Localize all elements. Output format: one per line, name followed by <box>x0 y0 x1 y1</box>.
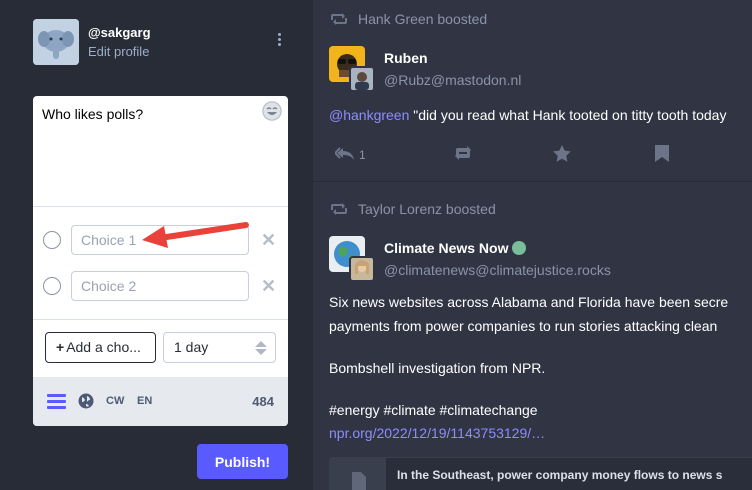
remove-choice-icon[interactable]: ✕ <box>261 230 276 250</box>
content-warning-toggle[interactable]: CW <box>106 395 124 407</box>
poll-radio <box>43 277 61 295</box>
edit-profile-link[interactable]: Edit profile <box>88 44 149 59</box>
boost-action-icon[interactable] <box>453 145 473 166</box>
status-display-name[interactable]: Climate News Now <box>384 240 527 256</box>
language-selector[interactable]: EN <box>137 395 152 407</box>
annotation-arrow-icon <box>142 222 249 248</box>
publish-button[interactable]: Publish! <box>197 444 288 479</box>
boost-icon <box>331 203 347 215</box>
poll-choice-2-input[interactable] <box>71 271 249 301</box>
link-preview-card[interactable]: In the Southeast, power company money fl… <box>329 457 752 490</box>
avatar[interactable] <box>33 19 79 65</box>
verified-badge-icon <box>512 241 527 255</box>
status-item[interactable]: Hank Green boosted Ruben @Rubz@mastodon.… <box>313 0 752 182</box>
mention-link[interactable]: @hankgreen <box>329 107 409 123</box>
character-counter: 484 <box>252 394 274 409</box>
emoji-picker-icon[interactable] <box>262 101 282 121</box>
status-content: @hankgreen "did you read what Hank toote… <box>329 104 726 126</box>
boost-icon <box>331 13 347 25</box>
bookmark-icon[interactable] <box>655 145 669 167</box>
boosted-by-text: Taylor Lorenz boosted <box>358 201 496 217</box>
reply-all-icon[interactable] <box>333 145 357 168</box>
home-timeline: Hank Green boosted Ruben @Rubz@mastodon.… <box>313 0 752 490</box>
display-name-text: Climate News Now <box>384 240 509 256</box>
compose-textarea[interactable]: Who likes polls? <box>33 96 288 206</box>
status-line-3: Bombshell investigation from NPR. <box>329 360 546 376</box>
poll-duration-select[interactable]: 1 day <box>163 332 276 363</box>
status-account[interactable]: @climatenews@climatejustice.rocks <box>384 262 611 278</box>
status-avatar[interactable] <box>329 236 377 284</box>
add-choice-button[interactable]: + Add a cho... <box>45 332 156 363</box>
status-item[interactable]: Taylor Lorenz boosted Climate News Now @… <box>313 183 752 490</box>
status-account[interactable]: @Rubz@mastodon.nl <box>384 72 521 88</box>
status-hashtags[interactable]: #energy #climate #climatechange <box>329 399 538 421</box>
reply-count: 1 <box>359 148 366 162</box>
profile-handle: @sakgarg <box>88 25 151 40</box>
select-arrows-icon <box>255 341 267 355</box>
compose-toolbar: CW EN 484 <box>33 377 288 426</box>
status-display-name[interactable]: Ruben <box>384 50 428 66</box>
status-actions: 1 <box>333 145 735 168</box>
boost-prepend: Taylor Lorenz boosted <box>330 201 496 217</box>
compose-profile: @sakgarg Edit profile <box>33 19 288 65</box>
status-avatar[interactable] <box>329 46 377 94</box>
status-line-2: payments from power companies to run sto… <box>329 318 718 334</box>
avatar-booster <box>349 256 375 282</box>
status-text: "did you read what Hank tooted on titty … <box>409 107 727 123</box>
remove-choice-icon[interactable]: ✕ <box>261 276 276 296</box>
status-line-1: Six news websites across Alabama and Flo… <box>329 294 729 310</box>
link-card-title: In the Southeast, power company money fl… <box>397 468 723 482</box>
more-menu-icon[interactable] <box>276 33 282 49</box>
add-choice-label: Add a cho... <box>66 339 141 355</box>
compose-form: Who likes polls? ✕ ✕ +Add a cho... <box>33 96 288 426</box>
poll-duration-value: 1 day <box>174 339 209 355</box>
poll-radio <box>43 231 61 249</box>
plus-icon: + <box>56 339 65 355</box>
poll-options: + Add a cho... 1 day <box>33 320 288 377</box>
favourite-star-icon[interactable] <box>553 145 571 167</box>
globe-icon[interactable] <box>78 393 94 414</box>
status-link[interactable]: npr.org/2022/12/19/1143753129/… <box>329 422 545 444</box>
poll-icon[interactable] <box>47 394 66 414</box>
poll-choice-row: ✕ <box>43 271 283 301</box>
boost-prepend: Hank Green boosted <box>330 11 487 27</box>
boosted-by-text: Hank Green boosted <box>358 11 488 27</box>
avatar-booster <box>349 66 375 92</box>
document-icon <box>330 458 386 490</box>
